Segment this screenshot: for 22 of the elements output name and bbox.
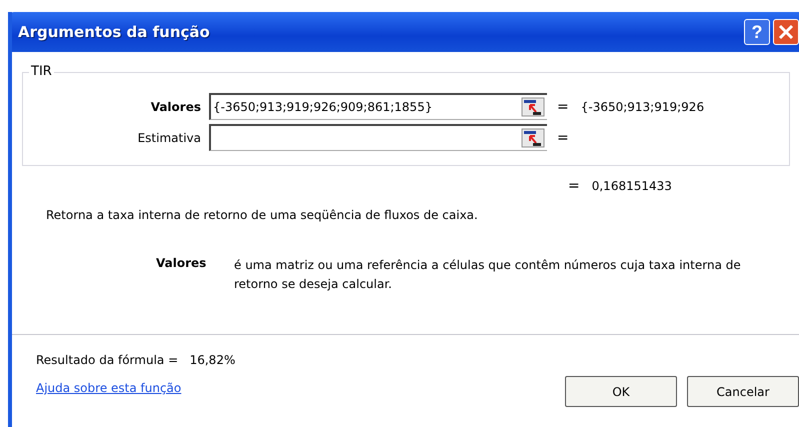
- formula-result: Resultado da fórmula = 16,82%: [36, 353, 236, 367]
- window-title: Argumentos da função: [18, 23, 211, 41]
- argument-field[interactable]: {-3650;913;919;926;909;861;1855}: [209, 93, 547, 120]
- argument-label: Valores: [150, 100, 202, 114]
- argument-label: Estimativa: [136, 130, 202, 144]
- cancel-button[interactable]: Cancelar: [687, 376, 799, 407]
- equals-sign: =: [557, 98, 569, 114]
- argument-name: Valores: [156, 256, 208, 272]
- ok-button[interactable]: OK: [565, 376, 677, 407]
- argument-field[interactable]: [209, 124, 547, 151]
- close-button[interactable]: [773, 19, 799, 45]
- function-result: 0,168151433: [592, 179, 672, 193]
- close-icon: [778, 24, 794, 40]
- function-description: Retorna a taxa interna de retorno de uma seqüência de fluxos de caixa.: [46, 208, 479, 222]
- help-link[interactable]: Ajuda sobre esta função: [36, 381, 236, 395]
- help-button[interactable]: ?: [744, 19, 770, 45]
- range-picker-icon[interactable]: [521, 97, 545, 117]
- argument-description: é uma matriz ou uma referência a células que contêm números cuja taxa interna de retorno se deseja calcular.: [234, 257, 742, 293]
- equals-sign: =: [557, 130, 569, 146]
- range-picker-icon[interactable]: [521, 128, 545, 148]
- argument-result: {-3650;913;919;926: [580, 100, 704, 114]
- equals-sign: =: [568, 178, 580, 194]
